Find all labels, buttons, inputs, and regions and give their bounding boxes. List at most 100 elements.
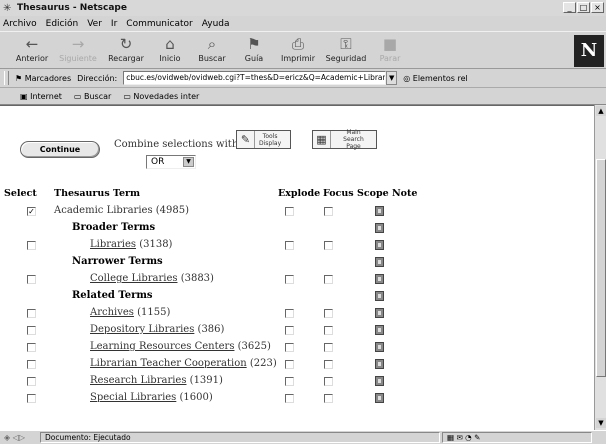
forward-button[interactable]: → Siguiente	[56, 34, 100, 68]
menu-ayuda[interactable]: Ayuda	[202, 19, 230, 29]
term-link[interactable]: College Libraries (3883)	[90, 273, 214, 284]
menu-ir[interactable]: Ir	[111, 19, 117, 29]
explode-checkbox[interactable]	[285, 326, 294, 335]
explode-checkbox[interactable]	[285, 360, 294, 369]
focus-checkbox[interactable]	[324, 326, 333, 335]
scope-note-icon[interactable]	[375, 223, 384, 233]
toolbar-grip[interactable]	[4, 71, 9, 85]
tools-display-button[interactable]: ✎ Tools Display	[236, 130, 291, 149]
term-link[interactable]: Librarian Teacher Cooperation (223)	[90, 358, 277, 369]
focus-checkbox[interactable]	[324, 377, 333, 386]
security-button[interactable]: ⚿ Seguridad	[324, 34, 368, 68]
table-row: Research Libraries (1391)	[4, 373, 404, 389]
select-checkbox[interactable]	[27, 326, 36, 335]
focus-checkbox[interactable]	[324, 207, 333, 216]
netscape-logo[interactable]: N	[574, 35, 604, 67]
explode-checkbox[interactable]	[285, 241, 294, 250]
select-checkbox[interactable]	[27, 309, 36, 318]
scope-note-icon[interactable]	[375, 291, 384, 301]
scroll-down-icon[interactable]: ▼	[596, 418, 606, 428]
focus-checkbox[interactable]	[324, 241, 333, 250]
term-link[interactable]: Libraries (3138)	[90, 239, 172, 250]
explode-checkbox[interactable]	[285, 343, 294, 352]
focus-checkbox[interactable]	[324, 309, 333, 318]
status-text: Documento: Ejecutado	[40, 432, 440, 443]
minimize-button[interactable]: _	[563, 2, 576, 13]
menu-archivo[interactable]: Archivo	[3, 19, 37, 29]
scope-note-icon[interactable]	[375, 359, 384, 369]
term-link[interactable]: Archives (1155)	[90, 307, 170, 318]
focus-checkbox[interactable]	[324, 275, 333, 284]
close-button[interactable]: ×	[591, 2, 604, 13]
back-button[interactable]: ← Anterior	[10, 34, 54, 68]
focus-checkbox[interactable]	[324, 343, 333, 352]
term-link[interactable]: Special Libraries (1600)	[90, 392, 213, 403]
related-button[interactable]: ◎ Elementos rel	[403, 74, 468, 83]
home-button[interactable]: ⌂ Inicio	[148, 34, 192, 68]
search-button[interactable]: ⌕ Buscar	[190, 34, 234, 68]
term-link[interactable]: Learning Resources Centers (3625)	[90, 341, 271, 352]
related-label: Elementos rel	[412, 73, 468, 83]
home-icon: ⌂	[165, 35, 175, 53]
section-broader-terms: Broader Terms	[72, 222, 156, 233]
select-checkbox[interactable]	[27, 394, 36, 403]
guide-button[interactable]: ⚑ Guía	[232, 34, 276, 68]
main-search-label: Main Search Page	[343, 129, 364, 150]
explode-checkbox[interactable]	[285, 275, 294, 284]
scope-note-icon[interactable]	[375, 342, 384, 352]
scope-note-icon[interactable]	[375, 376, 384, 386]
scroll-up-icon[interactable]: ▲	[596, 106, 606, 116]
explode-checkbox[interactable]	[285, 207, 294, 216]
continue-button[interactable]: Continue	[20, 141, 100, 158]
novedades-link[interactable]: ▭ Novedades inter	[123, 92, 199, 101]
menu-ver[interactable]: Ver	[87, 19, 102, 29]
select-checkbox[interactable]	[27, 241, 36, 250]
scrollbar-thumb[interactable]	[596, 159, 606, 377]
reload-button[interactable]: ↻ Recargar	[104, 34, 148, 68]
select-checkbox[interactable]: ✓	[27, 207, 36, 216]
explode-checkbox[interactable]	[285, 309, 294, 318]
scope-note-icon[interactable]	[375, 393, 384, 403]
menu-edicion[interactable]: Edición	[46, 19, 79, 29]
select-checkbox[interactable]	[27, 343, 36, 352]
maximize-button[interactable]: □	[577, 2, 590, 13]
bookmarks-button[interactable]: ⚑ Marcadores	[15, 74, 71, 83]
address-input[interactable]: cbuc.es/ovidweb/ovidweb.cgi?T=thes&D=eri…	[123, 71, 387, 85]
term-link[interactable]: Depository Libraries (386)	[90, 324, 224, 335]
combine-select[interactable]: OR ▼	[146, 155, 196, 169]
select-checkbox[interactable]	[27, 275, 36, 284]
back-label: Anterior	[15, 54, 49, 63]
scope-note-icon[interactable]	[375, 274, 384, 284]
scope-note-icon[interactable]	[375, 308, 384, 318]
table-header: Select Thesaurus Term Explode Focus Scop…	[4, 186, 417, 202]
search-icon: ⌕	[207, 35, 217, 53]
security-icon: ⚿	[340, 35, 352, 53]
buscar-link[interactable]: ▭ Buscar	[74, 92, 111, 101]
scope-note-icon[interactable]	[375, 325, 384, 335]
section-narrower-terms: Narrower Terms	[72, 256, 163, 267]
scope-note-icon[interactable]	[375, 240, 384, 250]
novedades-label: Novedades inter	[133, 91, 200, 101]
section-row-related: Related Terms	[4, 288, 404, 304]
status-bar: ◈ ◁▷ Documento: Ejecutado ▦ ✉ ◔ ✎	[0, 430, 606, 444]
header-select: Select	[4, 188, 37, 199]
focus-checkbox[interactable]	[324, 360, 333, 369]
internet-link[interactable]: ▣ Internet	[20, 92, 62, 101]
print-icon: ⎙	[291, 35, 304, 53]
select-checkbox[interactable]	[27, 360, 36, 369]
menu-communicator[interactable]: Communicator	[126, 19, 192, 29]
address-dropdown-button[interactable]: ▼	[386, 71, 398, 85]
scope-note-icon[interactable]	[375, 257, 384, 267]
explode-checkbox[interactable]	[285, 377, 294, 386]
netscape-app-icon: ✳	[3, 2, 12, 14]
vertical-scrollbar[interactable]: ▲ ▼	[594, 105, 606, 430]
main-search-page-button[interactable]: ▦ Main Search Page	[312, 129, 377, 150]
stop-button[interactable]: ■ Parar	[368, 34, 412, 68]
focus-checkbox[interactable]	[324, 394, 333, 403]
scope-note-icon[interactable]	[375, 206, 384, 216]
select-checkbox[interactable]	[27, 377, 36, 386]
term-link[interactable]: Research Libraries (1391)	[90, 375, 223, 386]
print-button[interactable]: ⎙ Imprimir	[276, 34, 320, 68]
print-label: Imprimir	[280, 54, 316, 63]
explode-checkbox[interactable]	[285, 394, 294, 403]
